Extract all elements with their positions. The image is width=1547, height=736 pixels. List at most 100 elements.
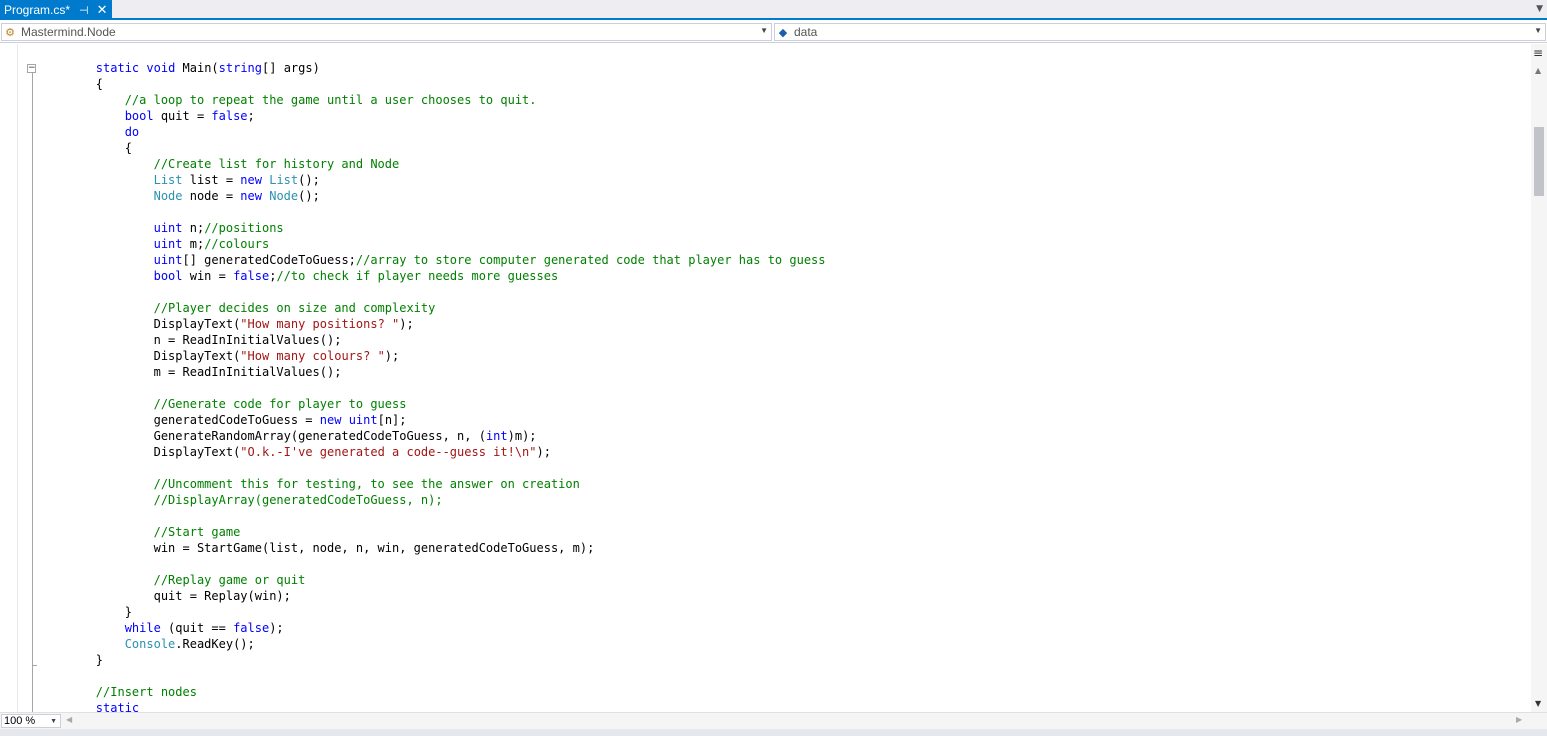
code-token: GenerateRandomArray(generatedCodeToGuess… xyxy=(95,429,486,443)
pin-icon[interactable]: ⊣ xyxy=(79,4,89,17)
tab-title[interactable]: Program.cs* xyxy=(4,3,70,17)
type-dropdown[interactable]: ⚙ Mastermind.Node ▼ xyxy=(1,23,772,41)
code-line[interactable] xyxy=(38,668,826,684)
code-token: Console xyxy=(124,637,176,651)
code-token: //Start game xyxy=(153,525,241,539)
code-line[interactable]: //a loop to repeat the game until a user… xyxy=(38,92,826,108)
tab-overflow-chevron-down-icon[interactable]: ▼ xyxy=(1536,4,1543,14)
code-line[interactable]: List list = new List(); xyxy=(38,172,826,188)
code-line[interactable]: //Generate code for player to guess xyxy=(38,396,826,412)
code-line[interactable]: uint[] generatedCodeToGuess;//array to s… xyxy=(38,252,826,268)
code-token: [n]; xyxy=(377,413,407,427)
scroll-right-icon[interactable]: ▶ xyxy=(1516,715,1522,724)
code-editor[interactable]: − static void Main(string[] args) { //a … xyxy=(0,44,1531,712)
chevron-down-icon[interactable]: ▼ xyxy=(1534,26,1542,35)
code-line[interactable]: quit = Replay(win); xyxy=(38,588,826,604)
code-line[interactable]: bool win = false;//to check if player ne… xyxy=(38,268,826,284)
code-token: Node xyxy=(153,189,183,203)
code-line[interactable]: while (quit == false); xyxy=(38,620,826,636)
code-line[interactable]: uint m;//colours xyxy=(38,236,826,252)
code-line[interactable] xyxy=(38,380,826,396)
code-text[interactable]: static void Main(string[] args) { //a lo… xyxy=(38,60,826,712)
code-line[interactable]: win = StartGame(list, node, n, win, gene… xyxy=(38,540,826,556)
code-token: //to check if player needs more guesses xyxy=(276,269,559,283)
code-token: //Replay game or quit xyxy=(153,573,306,587)
code-line[interactable]: static xyxy=(38,700,826,712)
code-token: "How many colours? " xyxy=(240,349,385,363)
code-line[interactable]: Console.ReadKey(); xyxy=(38,636,826,652)
code-line[interactable]: uint n;//positions xyxy=(38,220,826,236)
code-token: //Uncomment this for testing, to see the… xyxy=(153,477,580,491)
code-line[interactable] xyxy=(38,556,826,572)
code-line[interactable]: } xyxy=(38,604,826,620)
chevron-down-icon[interactable]: ▼ xyxy=(50,716,57,728)
code-line[interactable]: static void Main(string[] args) xyxy=(38,60,826,76)
code-line[interactable]: DisplayText("How many positions? "); xyxy=(38,316,826,332)
class-icon: ⚙ xyxy=(5,26,15,39)
code-line[interactable]: GenerateRandomArray(generatedCodeToGuess… xyxy=(38,428,826,444)
vertical-scrollbar[interactable]: ≡ ▲ ▼ xyxy=(1531,44,1547,712)
chevron-down-icon[interactable]: ▼ xyxy=(760,26,768,35)
collapse-icon[interactable]: − xyxy=(27,64,36,73)
code-line[interactable] xyxy=(38,460,826,476)
code-line[interactable]: n = ReadInInitialValues(); xyxy=(38,332,826,348)
code-token: bool xyxy=(124,109,154,123)
code-line[interactable]: //Insert nodes xyxy=(38,684,826,700)
code-line[interactable]: //Replay game or quit xyxy=(38,572,826,588)
code-line[interactable]: //Uncomment this for testing, to see the… xyxy=(38,476,826,492)
member-dropdown[interactable]: ◆ data ▼ xyxy=(774,23,1546,41)
code-line[interactable]: DisplayText("How many colours? "); xyxy=(38,348,826,364)
member-dropdown-value: data xyxy=(794,25,818,39)
code-line[interactable]: //DisplayArray(generatedCodeToGuess, n); xyxy=(38,492,826,508)
code-line[interactable]: m = ReadInInitialValues(); xyxy=(38,364,826,380)
close-icon[interactable]: ✕ xyxy=(97,2,108,18)
zoom-dropdown[interactable]: 100 % ▼ xyxy=(1,714,61,728)
scrollbar-thumb[interactable] xyxy=(1534,127,1544,196)
code-token: n = ReadInInitialValues(); xyxy=(95,333,342,347)
code-line[interactable]: { xyxy=(38,140,826,156)
code-line[interactable]: { xyxy=(38,76,826,92)
code-token: uint xyxy=(348,413,378,427)
code-token: node = xyxy=(182,189,241,203)
code-token: //colours xyxy=(204,237,270,251)
code-token: )m); xyxy=(507,429,537,443)
code-line[interactable]: DisplayText("O.k.-I've generated a code-… xyxy=(38,444,826,460)
code-line[interactable]: generatedCodeToGuess = new uint[n]; xyxy=(38,412,826,428)
code-line[interactable] xyxy=(38,204,826,220)
scroll-up-icon[interactable]: ▲ xyxy=(1535,66,1541,75)
scroll-left-icon[interactable]: ◀ xyxy=(66,715,72,724)
code-line[interactable]: bool quit = false; xyxy=(38,108,826,124)
scroll-down-icon[interactable]: ▼ xyxy=(1535,699,1541,708)
code-line[interactable]: //Player decides on size and complexity xyxy=(38,300,826,316)
code-line[interactable] xyxy=(38,284,826,300)
code-line[interactable]: //Start game xyxy=(38,524,826,540)
code-line[interactable]: Node node = new Node(); xyxy=(38,188,826,204)
code-line[interactable]: } xyxy=(38,652,826,668)
tab-program-cs[interactable]: Program.cs* ⊣ ✕ xyxy=(0,0,112,20)
code-line[interactable]: //Create list for history and Node xyxy=(38,156,826,172)
split-window-icon[interactable]: ≡ xyxy=(1533,46,1543,60)
code-line[interactable] xyxy=(38,508,826,524)
code-token: bool xyxy=(153,269,183,283)
code-token: [] args) xyxy=(262,61,320,75)
code-line[interactable]: do xyxy=(38,124,826,140)
document-tab-bar: Program.cs* ⊣ ✕ ▼ xyxy=(0,0,1547,20)
